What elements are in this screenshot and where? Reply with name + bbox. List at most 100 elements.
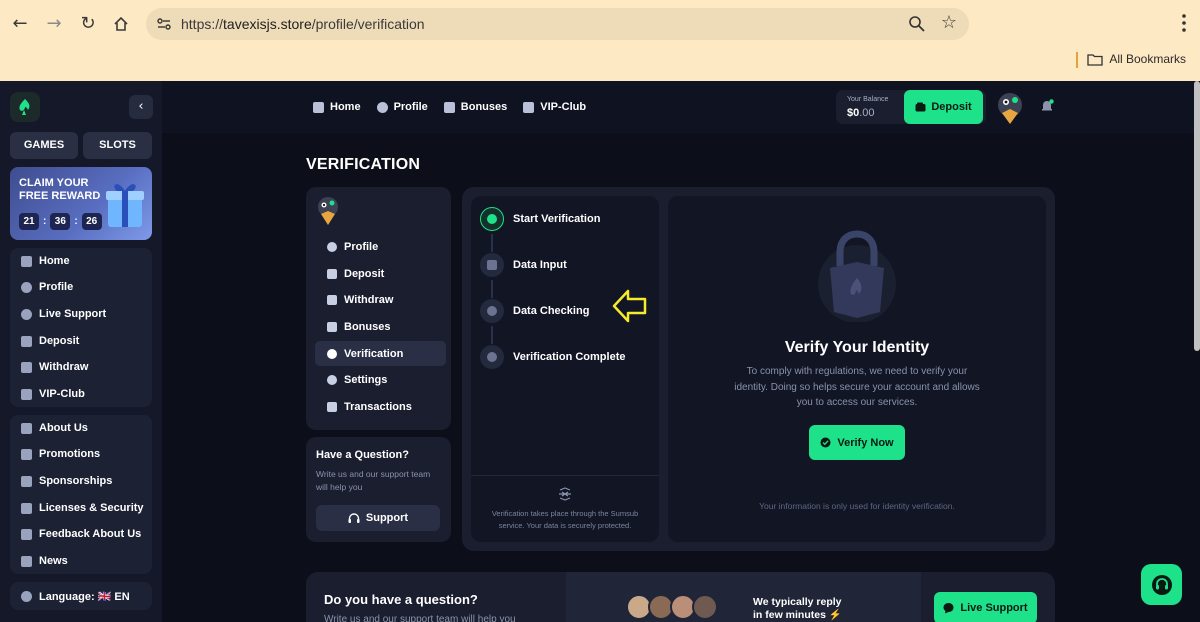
profile-menu-label: Profile: [344, 240, 379, 253]
avatar: [692, 594, 718, 620]
language-selector[interactable]: Language: 🇬🇧 EN: [10, 582, 152, 610]
profile-menu-transactions[interactable]: Transactions: [315, 394, 446, 419]
reply-time: We typically reply in few minutes ⚡: [753, 596, 842, 622]
balance-cents: .00: [859, 107, 875, 119]
notification-bell-icon[interactable]: [1040, 99, 1054, 113]
collapse-sidebar-button[interactable]: ‹: [129, 95, 153, 119]
sidebar-item-label: Live Support: [39, 308, 107, 320]
live-support-label: Live Support: [960, 602, 1028, 614]
topnav-vip-club[interactable]: VIP-Club: [523, 99, 586, 115]
profile-menu-deposit[interactable]: Deposit: [315, 261, 446, 286]
sidebar-info-nav: About Us Promotions Sponsorships License…: [10, 415, 152, 574]
verify-description: To comply with regulations, we need to v…: [734, 366, 980, 408]
deposit-button[interactable]: Deposit: [904, 90, 983, 124]
user-avatar[interactable]: [994, 91, 1026, 125]
step-label: Data Checking: [513, 305, 590, 317]
topnav-label: Profile: [393, 101, 428, 113]
back-icon[interactable]: ←: [8, 12, 32, 36]
casino-app: ‹ GAMES SLOTS CLAIM YOUR FREE REWARD 21 …: [0, 81, 1200, 622]
support-label: Support: [365, 512, 409, 524]
zoom-icon[interactable]: [907, 14, 927, 34]
sidebar-item-news[interactable]: News: [10, 548, 152, 574]
wallet-icon: [21, 335, 32, 347]
sidebar-item-licenses[interactable]: Licenses & Security: [10, 495, 152, 521]
user-icon: [376, 101, 388, 113]
search-icon: [480, 299, 504, 323]
gift-icon: [443, 101, 455, 113]
topnav-profile[interactable]: Profile: [376, 99, 428, 115]
home-icon[interactable]: [109, 12, 133, 36]
forward-icon[interactable]: →: [42, 12, 66, 36]
language-item[interactable]: Language: 🇬🇧 EN: [10, 583, 152, 609]
timer-hours: 21: [19, 213, 39, 230]
step-data-checking: Data Checking: [480, 297, 589, 325]
sidebar-item-home[interactable]: Home: [10, 248, 152, 274]
chat-fab-button[interactable]: [1141, 564, 1182, 605]
sidebar-item-promotions[interactable]: Promotions: [10, 441, 152, 467]
home-icon: [313, 101, 324, 113]
gift-icon: [327, 321, 337, 332]
address-bar[interactable]: https://tavexisjs.store/profile/verifica…: [146, 8, 969, 40]
sidebar-item-label: Deposit: [39, 335, 80, 347]
sidebar-item-label: Feedback About Us: [39, 528, 142, 540]
profile-menu-label: Verification: [344, 347, 404, 360]
language-label: Language: 🇬🇧 EN: [39, 590, 130, 603]
news-icon: [21, 555, 32, 567]
sidebar-item-label: Home: [39, 255, 70, 267]
sidebar-item-vip-club[interactable]: VIP-Club: [10, 381, 152, 407]
question-text: Write us and our support team will help …: [316, 469, 431, 492]
verify-title: Verify Your Identity: [784, 339, 930, 356]
all-bookmarks[interactable]: All Bookmarks: [1087, 52, 1186, 66]
withdraw-icon: [327, 294, 337, 305]
profile-menu-verification[interactable]: Verification: [315, 341, 446, 366]
site-settings-icon[interactable]: [154, 14, 174, 34]
sidebar-item-deposit[interactable]: Deposit: [10, 328, 152, 354]
bottom-question-text: Write us and our support team will help …: [324, 614, 516, 622]
step-verification-complete: Verification Complete: [480, 343, 625, 371]
top-navigation: Home Profile Bonuses VIP-Club: [313, 99, 586, 115]
profile-menu-settings[interactable]: Settings: [315, 367, 446, 392]
promo-timer: 21 : 36 : 26: [19, 213, 102, 230]
reply-line-1: We typically reply: [753, 596, 842, 608]
live-support-button[interactable]: Live Support: [934, 592, 1037, 622]
sumsub-logo-icon: [559, 487, 571, 501]
profile-menu-withdraw[interactable]: Withdraw: [315, 287, 446, 312]
question-card: Have a Question? Write us and our suppor…: [306, 437, 451, 542]
sidebar-item-label: About Us: [39, 422, 88, 434]
page-title: VERIFICATION: [306, 156, 421, 173]
profile-menu-bonuses[interactable]: Bonuses: [315, 314, 446, 339]
sidebar-item-about-us[interactable]: About Us: [10, 415, 152, 441]
step-label: Start Verification: [513, 213, 601, 225]
support-button[interactable]: Support: [316, 505, 440, 531]
profile-menu-profile[interactable]: Profile: [315, 234, 446, 259]
profile-menu-label: Bonuses: [344, 320, 391, 333]
user-icon: [480, 207, 504, 231]
annotation-arrow-icon: [612, 289, 647, 323]
browser-menu-icon[interactable]: [1182, 14, 1186, 32]
headset-icon: [348, 512, 360, 523]
sidebar-item-sponsorships[interactable]: Sponsorships: [10, 468, 152, 494]
slots-button[interactable]: SLOTS: [83, 132, 152, 159]
reload-icon[interactable]: ↻: [76, 12, 100, 36]
live-support-card: Do you have a question? Write us and our…: [306, 572, 1055, 622]
claim-reward-banner[interactable]: CLAIM YOUR FREE REWARD 21 : 36 : 26: [10, 167, 152, 240]
verify-now-button[interactable]: Verify Now: [809, 425, 905, 460]
wallet-icon: [915, 102, 926, 112]
profile-menu-label: Settings: [344, 373, 388, 386]
topnav-home[interactable]: Home: [313, 99, 361, 115]
sidebar-item-withdraw[interactable]: Withdraw: [10, 354, 152, 380]
games-button[interactable]: GAMES: [10, 132, 78, 159]
sidebar-item-feedback[interactable]: Feedback About Us: [10, 521, 152, 547]
page-scrollbar[interactable]: [1194, 81, 1200, 351]
site-logo[interactable]: [10, 92, 40, 122]
sidebar-item-label: VIP-Club: [39, 388, 85, 400]
topnav-label: Bonuses: [460, 101, 508, 113]
shield-icon: [21, 502, 32, 514]
sidebar-item-live-support[interactable]: Live Support: [10, 301, 152, 327]
topnav-bonuses[interactable]: Bonuses: [443, 99, 508, 115]
check-badge-icon: [480, 345, 504, 369]
sidebar-item-profile[interactable]: Profile: [10, 274, 152, 300]
check-badge-icon: [327, 348, 337, 359]
bookmark-star-icon[interactable]: ☆: [941, 12, 957, 33]
gift-box-icon: [106, 184, 144, 227]
